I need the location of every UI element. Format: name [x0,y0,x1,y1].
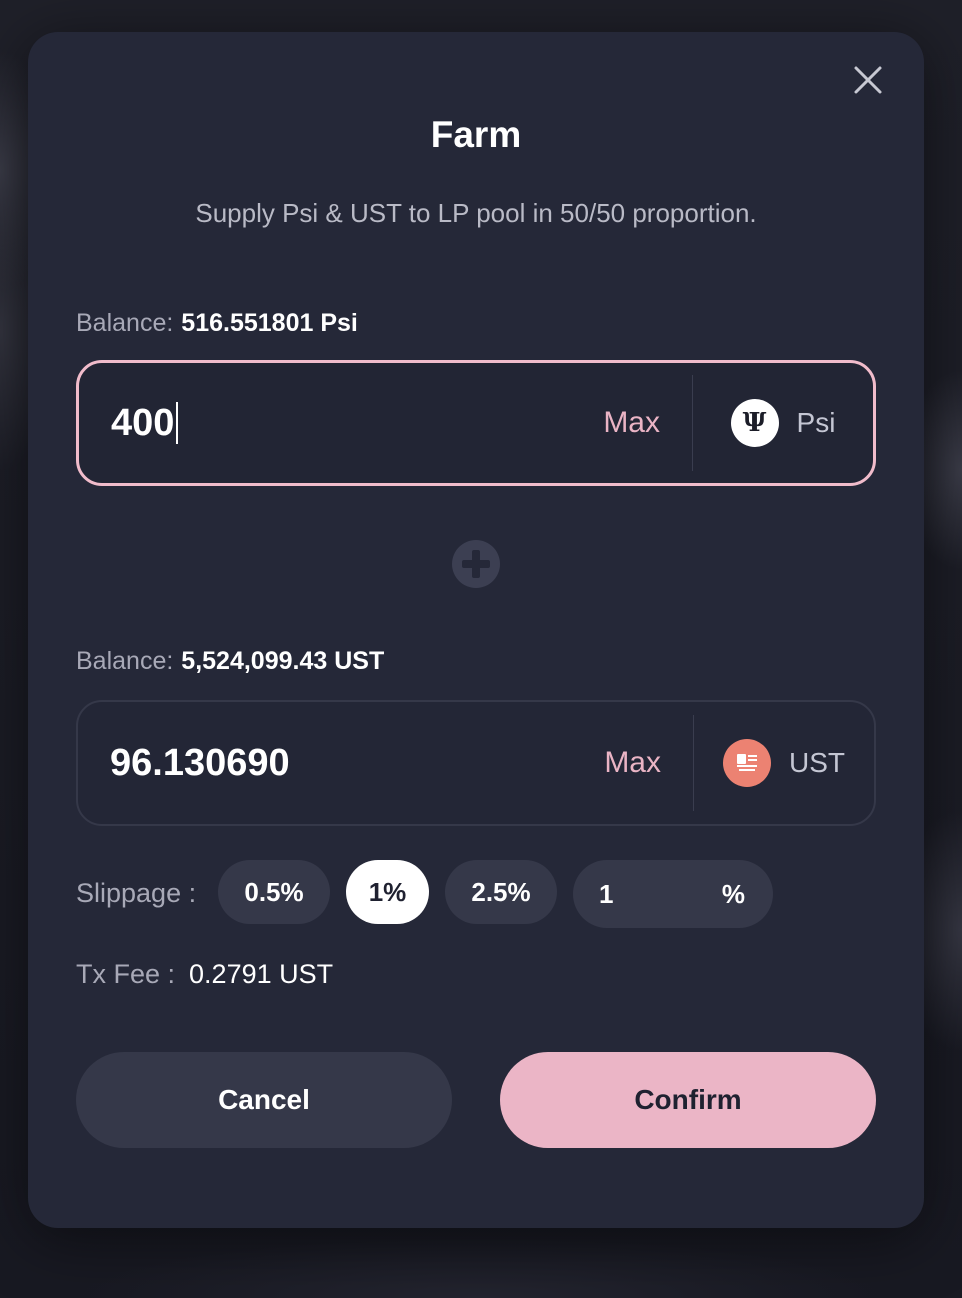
ust-logo-glyph [737,754,757,771]
tx-fee-label: Tx Fee : [76,959,176,989]
tx-fee-value: 0.2791 UST [189,959,334,989]
ust-amount-field[interactable]: 96.130690 Max UST [76,700,876,826]
psi-balance: Balance: 516.551801 Psi [76,309,358,338]
custom-slippage-unit: % [721,878,745,909]
close-button[interactable] [848,60,888,100]
ust-balance: Balance: 5,524,099.43 UST [76,647,384,676]
plus-icon [452,540,500,588]
text-caret [176,402,179,444]
ust-amount-value: 96.130690 [110,741,290,784]
farm-modal: Farm Supply Psi & UST to LP pool in 50/5… [28,32,924,1228]
slippage-option-2-5[interactable]: 2.5% [445,860,557,924]
psi-amount-field[interactable]: 400 Max Ψ Psi [76,360,876,486]
slippage-option-0-5[interactable]: 0.5% [218,860,330,924]
modal-title: Farm [430,114,522,155]
close-icon [854,66,882,94]
ust-token-selector: UST [694,739,874,787]
slippage-option-1[interactable]: 1% [346,860,429,924]
psi-token-selector: Ψ Psi [693,399,873,447]
psi-amount-value: 400 [111,401,175,444]
confirm-button[interactable]: Confirm [500,1052,876,1148]
psi-max-button[interactable]: Max [603,406,692,440]
cancel-button[interactable]: Cancel [76,1052,452,1148]
custom-slippage-value: 1 [599,878,614,909]
tx-fee: Tx Fee : 0.2791 UST [76,959,333,990]
ust-amount-input[interactable]: 96.130690 [78,742,604,785]
custom-slippage-input[interactable]: 1 % [573,860,773,928]
ust-token-icon [723,739,771,787]
psi-balance-label: Balance: [76,309,174,337]
slippage-label: Slippage : [76,878,197,908]
psi-token-label: Psi [796,407,836,438]
ust-token-label: UST [789,747,845,778]
psi-token-icon: Ψ [730,399,779,447]
ust-max-button[interactable]: Max [604,746,693,780]
psi-balance-value: 516.551801 Psi [181,309,358,337]
psi-amount-input[interactable]: 400 [79,402,603,445]
ust-balance-label: Balance: [76,647,174,675]
modal-subtitle: Supply Psi & UST to LP pool in 50/50 pro… [195,198,757,228]
ust-balance-value: 5,524,099.43 UST [181,647,385,675]
